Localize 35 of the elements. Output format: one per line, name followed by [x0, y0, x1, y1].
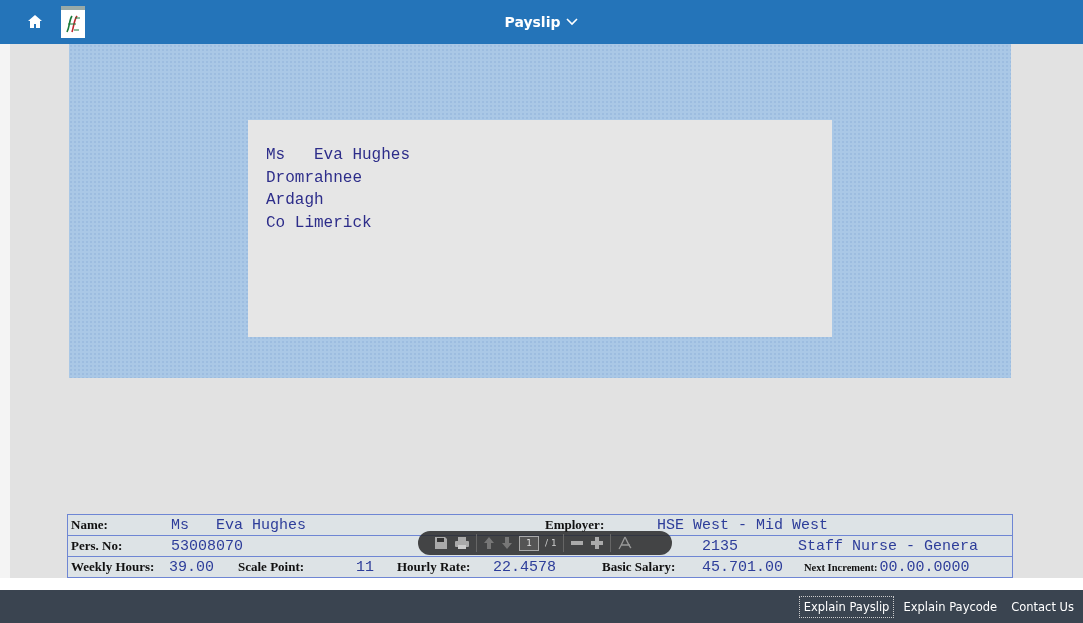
field-label: Next Increment:	[804, 561, 878, 573]
address-line: Ms Eva Hughes	[266, 145, 411, 166]
acrobat-icon[interactable]	[616, 535, 633, 551]
field-value: Staff Nurse - Genera	[798, 537, 979, 555]
field-value: 45.701.00	[702, 558, 783, 576]
field-value: 53008070	[171, 537, 243, 555]
field-label: Pers. No:	[71, 538, 123, 554]
page-number-field[interactable]: 1	[519, 535, 539, 551]
field-label: Scale Point:	[238, 559, 305, 575]
address-line: Dromrahnee	[266, 167, 362, 189]
chevron-down-icon[interactable]	[566, 18, 579, 26]
address-line: Ardagh	[266, 190, 324, 211]
page-title-dropdown[interactable]: Payslip	[504, 14, 579, 30]
zoom-in-icon[interactable]	[589, 536, 604, 550]
field-value: 00.00.0000	[879, 558, 970, 576]
field-value: 39.00	[169, 558, 214, 576]
field-value: HSE West - Mid West	[657, 516, 829, 534]
page-count: / 1	[545, 538, 557, 548]
field-label: Hourly Rate:	[397, 559, 471, 575]
field-value: 11	[356, 558, 374, 576]
field-value: 2135	[702, 537, 738, 555]
footer-link[interactable]: Explain Payslip	[798, 595, 895, 618]
footer-link[interactable]: Explain Paycode	[898, 595, 1003, 618]
field-label: Basic Salary:	[602, 559, 676, 575]
footer-link[interactable]: Contact Us	[1006, 595, 1079, 618]
home-icon[interactable]	[26, 13, 44, 31]
save-icon[interactable]	[434, 536, 448, 550]
print-icon[interactable]	[454, 536, 470, 550]
field-value: 22.4578	[493, 558, 556, 576]
field-value: Ms Eva Hughes	[171, 516, 307, 534]
field-label: Weekly Hours:	[71, 559, 155, 575]
logo-icon[interactable]	[61, 6, 85, 38]
field-label: Employer:	[545, 517, 605, 533]
field-label: Name:	[71, 517, 108, 533]
address-line: Co Limerick	[266, 212, 372, 234]
